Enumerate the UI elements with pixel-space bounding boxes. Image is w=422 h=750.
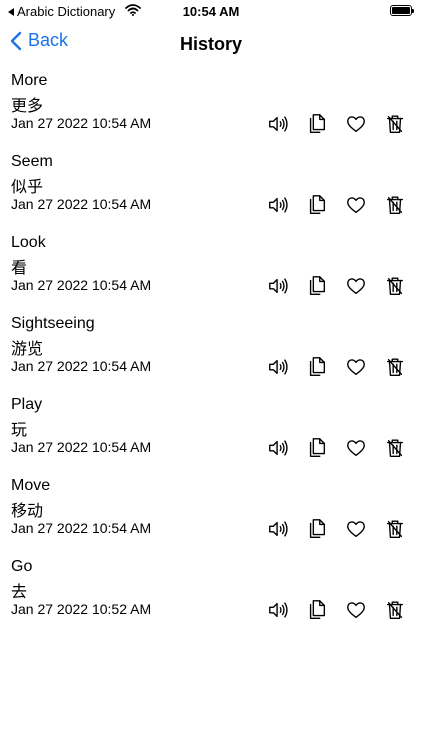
speak-button[interactable]: [266, 517, 290, 541]
word: Seem: [11, 153, 53, 170]
history-item: Move 移动 Jan 27 2022 10:54 AM: [0, 475, 422, 556]
speaker-icon: [269, 278, 288, 294]
heart-icon: [347, 521, 365, 538]
speak-button[interactable]: [266, 355, 290, 379]
delete-button[interactable]: [383, 355, 407, 379]
history-item: Look 看 Jan 27 2022 10:54 AM: [0, 232, 422, 313]
status-time: 10:54 AM: [182, 4, 240, 19]
copy-button[interactable]: [305, 598, 329, 622]
favorite-button[interactable]: [344, 436, 368, 460]
favorite-button[interactable]: [344, 274, 368, 298]
translation: 看: [11, 260, 28, 277]
heart-icon: [347, 440, 365, 457]
trash-icon: [386, 439, 404, 457]
copy-icon: [309, 357, 326, 376]
trash-icon: [386, 601, 404, 619]
word: Move: [11, 477, 51, 494]
copy-button[interactable]: [305, 436, 329, 460]
history-item: More 更多 Jan 27 2022 10:54 AM: [0, 70, 422, 151]
timestamp: Jan 27 2022 10:54 AM: [11, 277, 152, 293]
copy-button[interactable]: [305, 112, 329, 136]
copy-icon: [309, 438, 326, 457]
copy-icon: [309, 195, 326, 214]
item-actions: [266, 355, 422, 379]
favorite-button[interactable]: [344, 193, 368, 217]
item-actions: [266, 274, 422, 298]
heart-icon: [347, 116, 365, 133]
copy-button[interactable]: [305, 355, 329, 379]
history-item: Go 去 Jan 27 2022 10:52 AM: [0, 556, 422, 637]
copy-button[interactable]: [305, 274, 329, 298]
translation: 似乎: [11, 179, 44, 196]
item-actions: [266, 193, 422, 217]
translation: 更多: [11, 98, 44, 115]
timestamp: Jan 27 2022 10:54 AM: [11, 358, 152, 374]
heart-icon: [347, 278, 365, 295]
history-list: More 更多 Jan 27 2022 10:54 AM Seem 似乎 Jan…: [0, 70, 422, 637]
copy-icon: [309, 519, 326, 538]
translation: 游览: [11, 341, 44, 358]
speaker-icon: [269, 197, 288, 213]
trash-icon: [386, 196, 404, 214]
trash-icon: [386, 358, 404, 376]
speaker-icon: [269, 602, 288, 618]
battery-icon: [390, 5, 414, 16]
nav-bar: Back History: [0, 26, 422, 62]
trash-icon: [386, 115, 404, 133]
item-actions: [266, 517, 422, 541]
copy-icon: [309, 600, 326, 619]
history-item: Play 玩 Jan 27 2022 10:54 AM: [0, 394, 422, 475]
speak-button[interactable]: [266, 112, 290, 136]
page-title: History: [179, 34, 242, 54]
item-actions: [266, 112, 422, 136]
timestamp: Jan 27 2022 10:54 AM: [11, 439, 152, 455]
favorite-button[interactable]: [344, 598, 368, 622]
delete-button[interactable]: [383, 112, 407, 136]
history-item: Sightseeing 游览 Jan 27 2022 10:54 AM: [0, 313, 422, 394]
word: Play: [11, 396, 43, 413]
delete-button[interactable]: [383, 274, 407, 298]
word: More: [11, 72, 48, 89]
speak-button[interactable]: [266, 193, 290, 217]
delete-button[interactable]: [383, 517, 407, 541]
favorite-button[interactable]: [344, 355, 368, 379]
favorite-button[interactable]: [344, 517, 368, 541]
favorite-button[interactable]: [344, 112, 368, 136]
translation: 玩: [11, 422, 28, 439]
speaker-icon: [269, 440, 288, 456]
translation: 去: [11, 584, 28, 601]
timestamp: Jan 27 2022 10:54 AM: [11, 196, 152, 212]
item-actions: [266, 598, 422, 622]
speaker-icon: [269, 521, 288, 537]
delete-button[interactable]: [383, 436, 407, 460]
speak-button[interactable]: [266, 436, 290, 460]
delete-button[interactable]: [383, 598, 407, 622]
history-item: Seem 似乎 Jan 27 2022 10:54 AM: [0, 151, 422, 232]
speak-button[interactable]: [266, 274, 290, 298]
heart-icon: [347, 359, 365, 376]
heart-icon: [347, 602, 365, 619]
speak-button[interactable]: [266, 598, 290, 622]
word: Go: [11, 558, 33, 575]
delete-button[interactable]: [383, 193, 407, 217]
item-actions: [266, 436, 422, 460]
copy-icon: [309, 114, 326, 133]
heart-icon: [347, 197, 365, 214]
copy-button[interactable]: [305, 517, 329, 541]
speaker-icon: [269, 359, 288, 375]
timestamp: Jan 27 2022 10:54 AM: [11, 115, 152, 131]
timestamp: Jan 27 2022 10:52 AM: [11, 601, 152, 617]
status-bar: Arabic Dictionary 10:54 AM: [0, 0, 422, 24]
timestamp: Jan 27 2022 10:54 AM: [11, 520, 152, 536]
translation: 移动: [11, 503, 44, 520]
copy-icon: [309, 276, 326, 295]
word: Sightseeing: [11, 315, 95, 332]
word: Look: [11, 234, 46, 251]
trash-icon: [386, 277, 404, 295]
speaker-icon: [269, 116, 288, 132]
trash-icon: [386, 520, 404, 538]
copy-button[interactable]: [305, 193, 329, 217]
